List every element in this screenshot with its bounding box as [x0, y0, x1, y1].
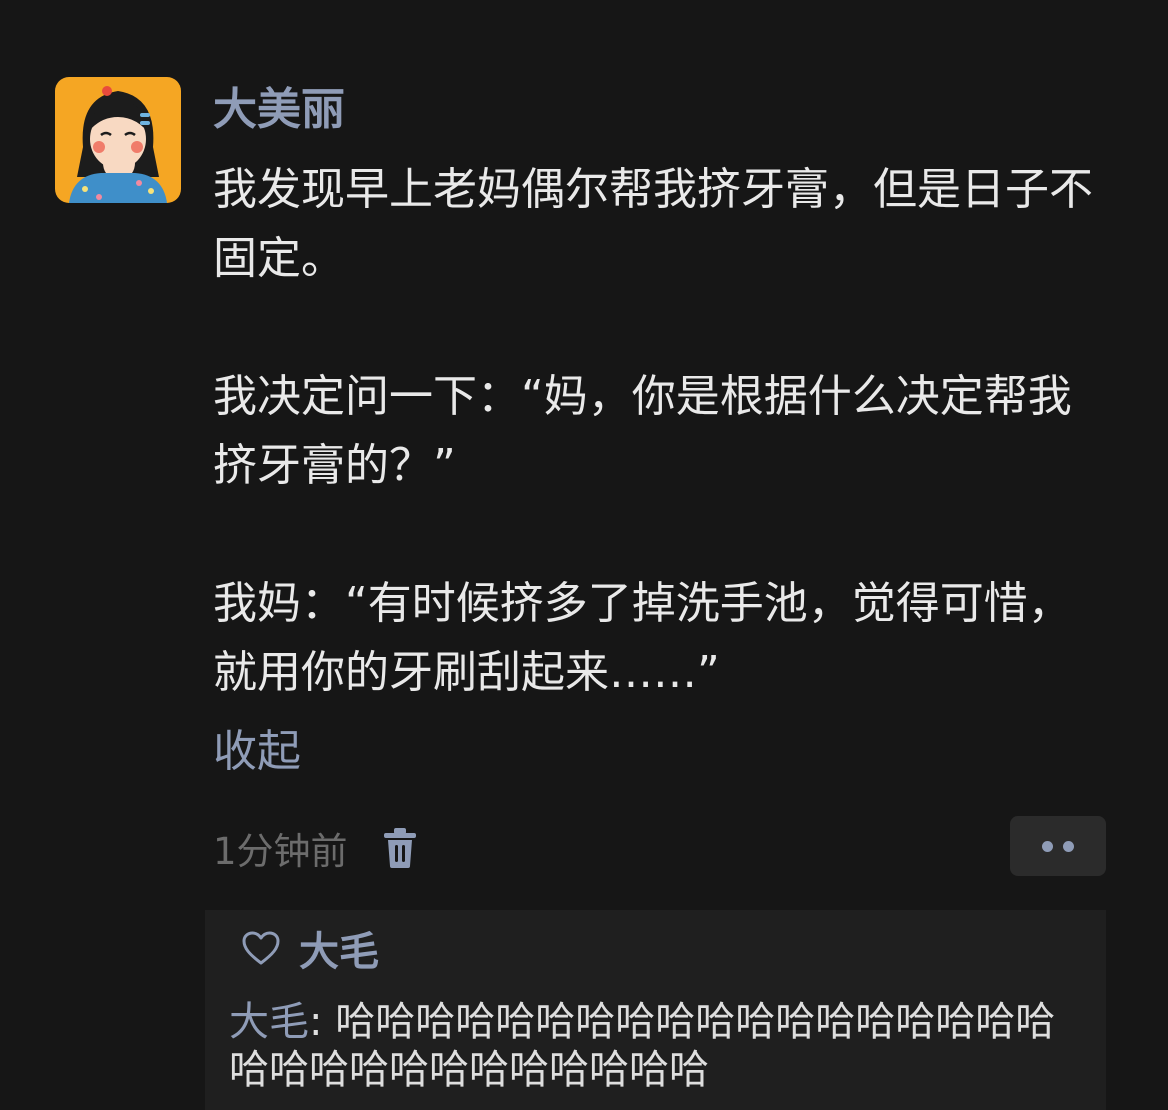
avatar-illustration [55, 77, 181, 203]
collapse-link[interactable]: 收起 [213, 722, 301, 782]
more-dots-icon [1042, 840, 1053, 852]
like-user-name[interactable]: 大毛 [299, 919, 379, 977]
likes-row: 大毛 [241, 920, 379, 976]
moment-post: 大美丽 我发现早上老妈偶尔帮我挤牙膏，但是日子不固定。 我决定问一下：“妈，你是… [0, 0, 1168, 1110]
post-paragraph: 我妈：“有时候挤多了掉洗手池，觉得可惜，就用你的牙刷刮起来……” [213, 578, 1072, 698]
more-dots-icon [1063, 840, 1074, 852]
comment-item[interactable]: 大毛: 哈哈哈哈哈哈哈哈哈哈哈哈哈哈哈哈哈哈哈哈哈哈哈哈哈哈哈哈哈哈 [229, 998, 1089, 1094]
post-author-name[interactable]: 大美丽 [213, 80, 345, 140]
post-paragraph: 我决定问一下：“妈，你是根据什么决定帮我挤牙膏的？” [213, 371, 1072, 491]
post-content: 我发现早上老妈偶尔帮我挤牙膏，但是日子不固定。 我决定问一下：“妈，你是根据什么… [213, 155, 1113, 707]
heart-outline-icon[interactable] [241, 930, 281, 966]
post-paragraph: 我发现早上老妈偶尔帮我挤牙膏，但是日子不固定。 [213, 164, 1093, 284]
comment-author[interactable]: 大毛 [229, 999, 309, 1045]
post-meta: 1分钟前 [213, 820, 418, 876]
more-button[interactable] [1010, 816, 1106, 876]
trash-icon[interactable] [382, 828, 418, 868]
comment-text: 哈哈哈哈哈哈哈哈哈哈哈哈哈哈哈哈哈哈哈哈哈哈哈哈哈哈哈哈哈哈 [229, 999, 1056, 1093]
avatar[interactable] [55, 77, 181, 203]
post-timestamp: 1分钟前 [213, 830, 348, 873]
comment-separator: : [309, 999, 336, 1045]
interaction-panel: 大毛 大毛: 哈哈哈哈哈哈哈哈哈哈哈哈哈哈哈哈哈哈哈哈哈哈哈哈哈哈哈哈哈哈 [205, 910, 1106, 1110]
